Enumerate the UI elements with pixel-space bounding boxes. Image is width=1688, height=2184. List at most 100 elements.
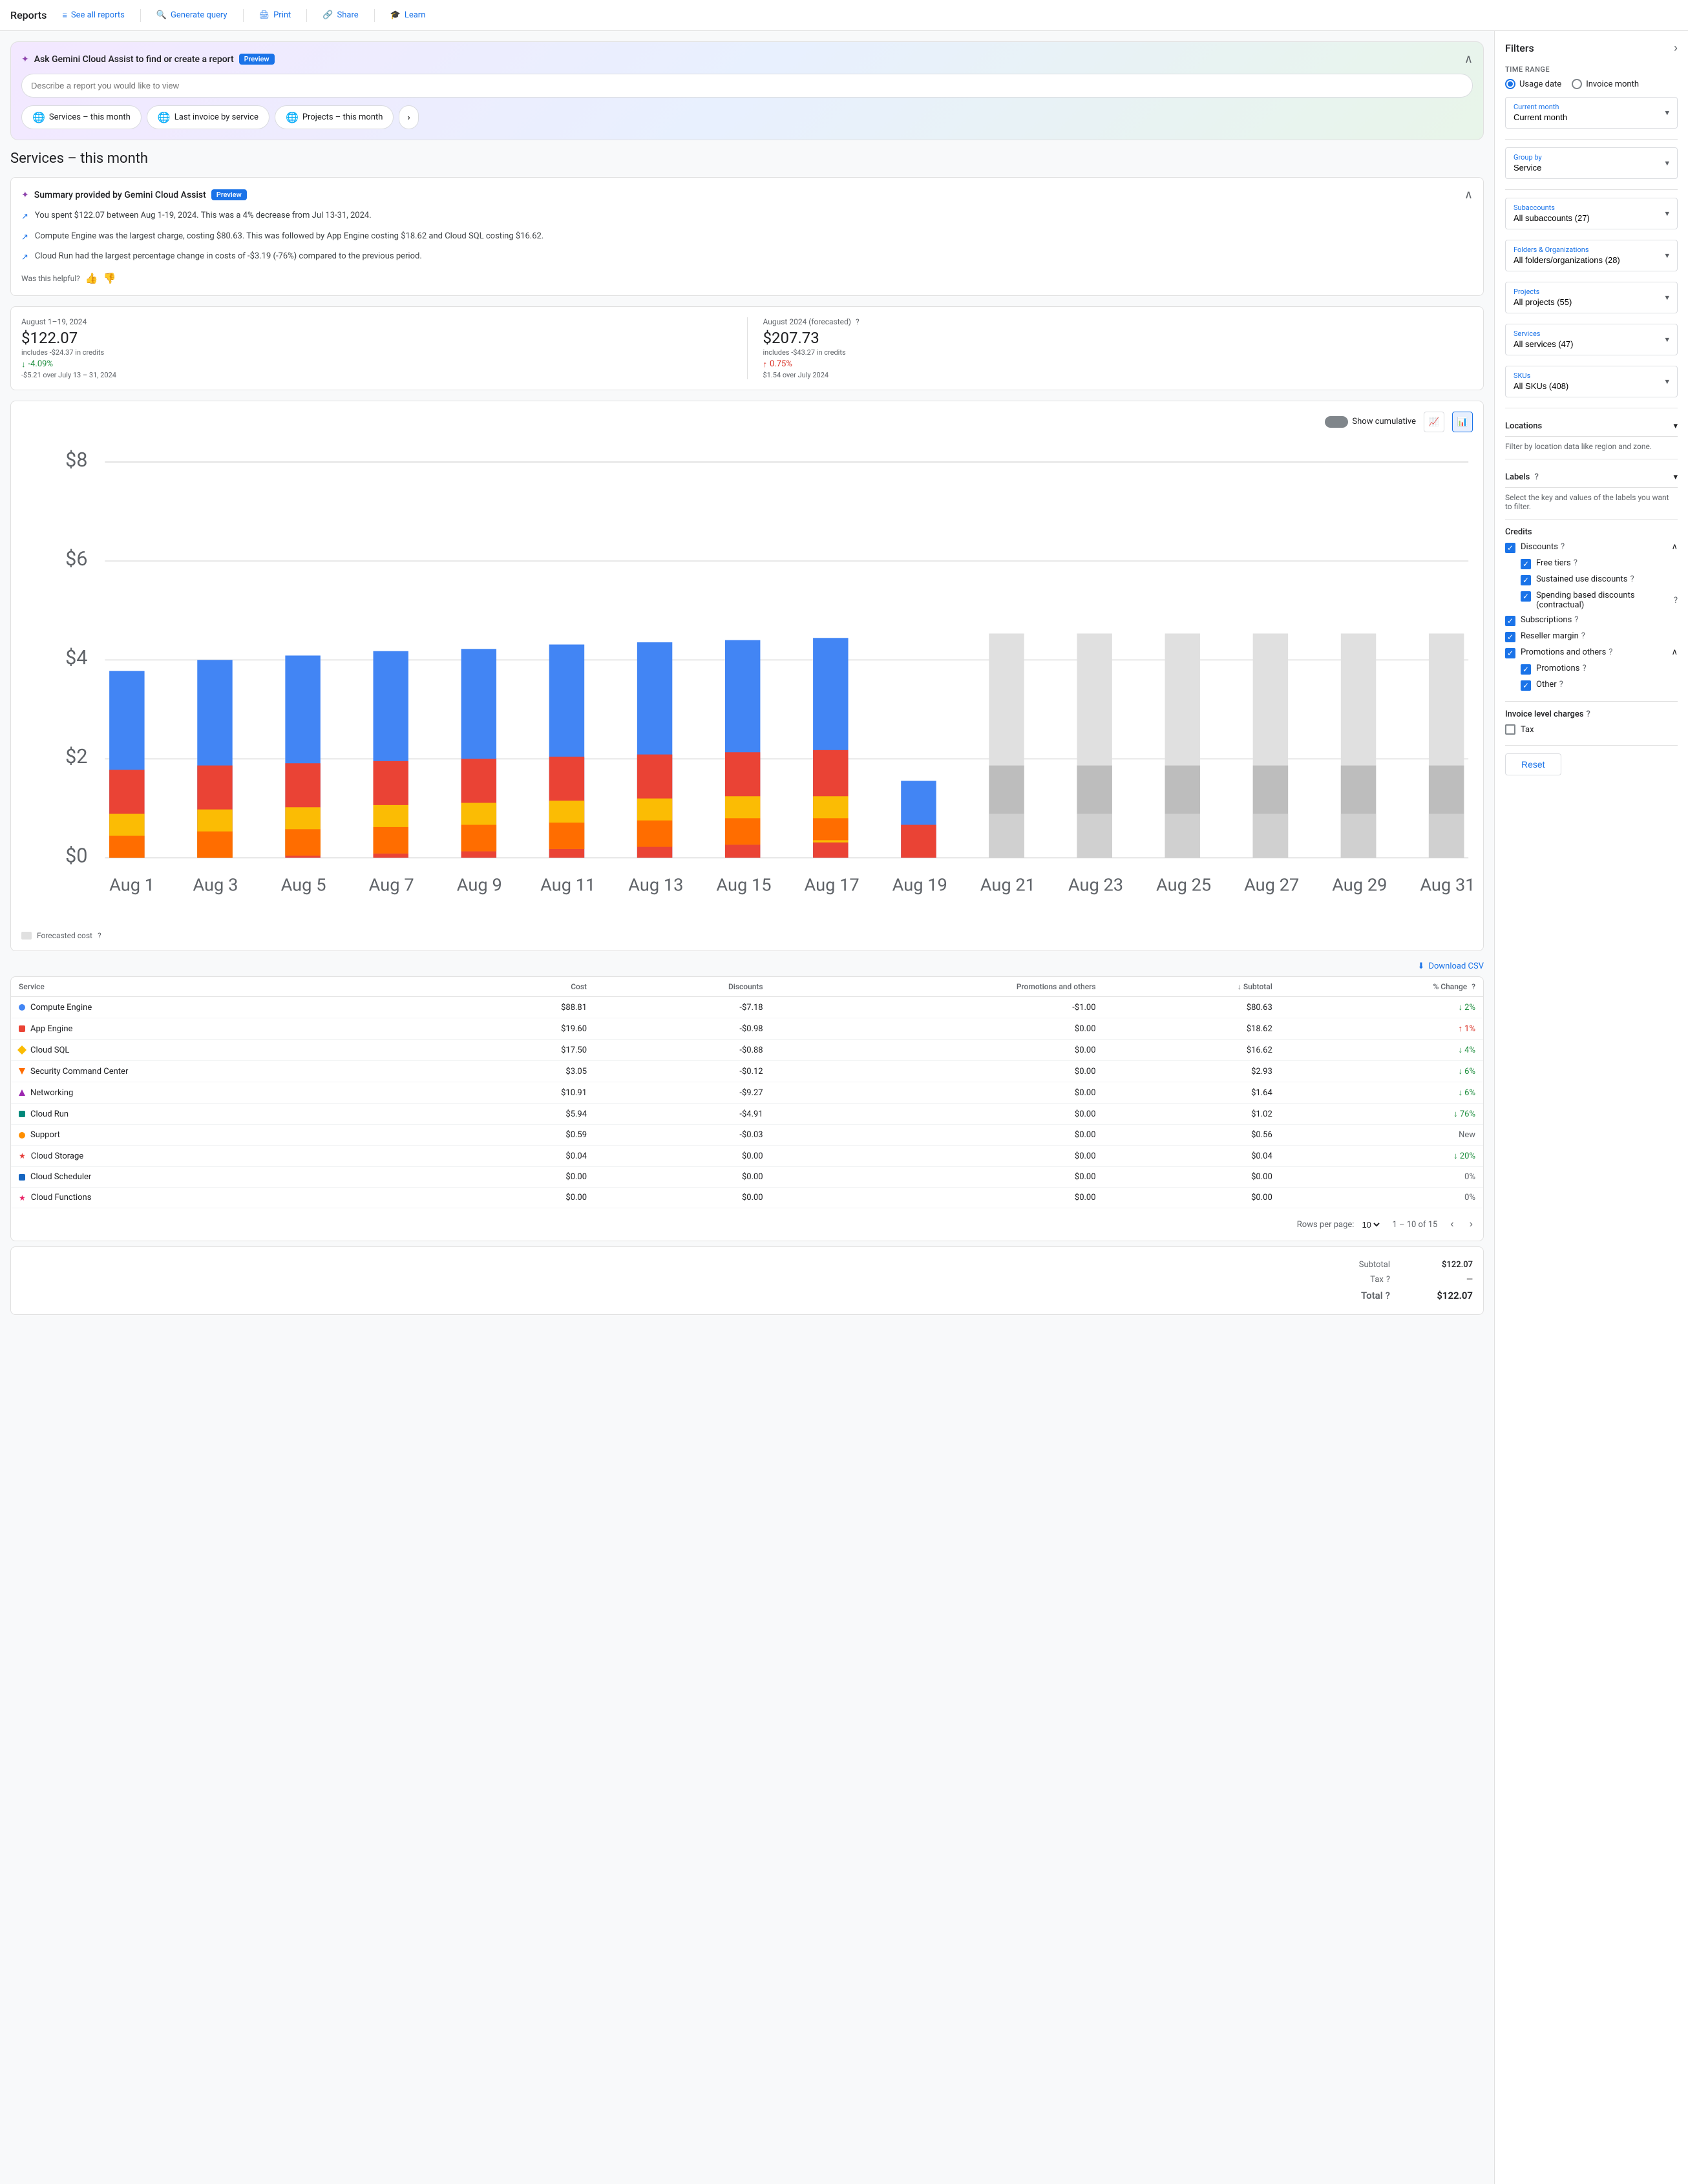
help-icon-free-tiers[interactable]: ? — [1574, 558, 1577, 568]
tax-checkbox: Tax — [1505, 724, 1678, 735]
learn-icon: 🎓 — [390, 10, 401, 20]
locations-header[interactable]: Locations ▾ — [1505, 416, 1678, 437]
skus-select[interactable]: All SKUs (408) — [1514, 381, 1669, 391]
cell-change: 0% — [1280, 1167, 1483, 1188]
chevron-down-icon-projects: ▾ — [1665, 293, 1669, 302]
folders-select[interactable]: All folders/organizations (28) — [1514, 255, 1669, 265]
svg-text:Aug 13: Aug 13 — [628, 874, 683, 895]
line-chart-button[interactable]: 📈 — [1424, 412, 1444, 432]
help-icon-other[interactable]: ? — [1559, 680, 1563, 689]
show-cumulative-toggle[interactable]: Show cumulative — [1325, 416, 1416, 428]
thumbs-up-button[interactable]: 👍 — [85, 272, 98, 285]
promotions-others-checkbox: ✓ Promotions and others ? ∧ — [1505, 647, 1678, 658]
subaccounts-select[interactable]: All subaccounts (27) — [1514, 213, 1669, 223]
help-icon-change[interactable]: ? — [1472, 982, 1475, 991]
cell-cost: $0.04 — [450, 1146, 595, 1167]
tax-cb[interactable] — [1505, 724, 1515, 735]
subscriptions-checkbox: ✓ Subscriptions ? — [1505, 615, 1678, 626]
chevron-up-icon-promotions[interactable]: ∧ — [1671, 647, 1678, 657]
current-metric: August 1–19, 2024 $122.07 includes -$24.… — [21, 317, 732, 379]
learn-link[interactable]: 🎓 Learn — [390, 10, 426, 20]
help-icon-discounts[interactable]: ? — [1561, 542, 1565, 552]
chip-services-month[interactable]: 🌐 Services – this month — [21, 105, 142, 129]
current-month-select[interactable]: Current month — [1514, 112, 1669, 122]
summary-card: ✦ Summary provided by Gemini Cloud Assis… — [10, 177, 1484, 296]
promotions-others-cb[interactable]: ✓ — [1505, 648, 1515, 658]
svg-text:Aug 29: Aug 29 — [1332, 874, 1387, 895]
chip-next-button[interactable]: › — [399, 105, 418, 129]
help-icon-forecast[interactable]: ? — [856, 317, 860, 326]
chevron-up-icon-discounts[interactable]: ∧ — [1671, 542, 1678, 552]
total-row: Total ? $122.07 — [21, 1287, 1473, 1304]
sort-down-icon[interactable]: ↓ — [1238, 982, 1241, 991]
summary-item-1: ↗ You spent $122.07 between Aug 1-19, 20… — [21, 209, 1473, 224]
summary-preview-badge: Preview — [211, 189, 247, 200]
cumulative-switch[interactable] — [1325, 416, 1348, 428]
help-icon-tax[interactable]: ? — [1386, 1275, 1390, 1285]
cell-discounts: $0.00 — [595, 1167, 771, 1188]
forecast-change: ↑ 0.75% — [763, 359, 1473, 370]
table-row: ★ Cloud Storage $0.04 $0.00 $0.00 $0.04 … — [11, 1146, 1483, 1167]
invoice-month-radio[interactable] — [1572, 79, 1582, 89]
sparkle-icon-2: ✦ — [21, 190, 29, 200]
svg-text:Aug 11: Aug 11 — [540, 874, 595, 895]
help-icon-promotions-sub[interactable]: ? — [1582, 664, 1586, 673]
svg-text:Aug 5: Aug 5 — [281, 874, 326, 895]
summary-collapse-button[interactable]: ∧ — [1464, 188, 1473, 202]
generate-query-link[interactable]: 🔍 Generate query — [156, 10, 227, 20]
table-row: Cloud SQL $17.50 -$0.88 $0.00 $16.62 ↓ 4… — [11, 1040, 1483, 1061]
cell-promotions: $0.00 — [771, 1040, 1104, 1061]
help-icon-reseller[interactable]: ? — [1581, 631, 1585, 641]
help-icon-promotions[interactable]: ? — [1609, 647, 1612, 657]
help-icon-total[interactable]: ? — [1386, 1290, 1390, 1301]
download-csv-link[interactable]: ⬇ Download CSV — [1418, 961, 1484, 971]
projects-select[interactable]: All projects (55) — [1514, 297, 1669, 307]
invoice-month-option[interactable]: Invoice month — [1572, 79, 1639, 89]
nav-divider-3 — [306, 9, 307, 22]
filters-expand-button[interactable]: › — [1674, 41, 1678, 55]
cell-service: App Engine — [11, 1018, 450, 1040]
subscriptions-cb[interactable]: ✓ — [1505, 616, 1515, 626]
subscriptions-label: Subscriptions ? — [1521, 615, 1578, 625]
promotions-sub-cb[interactable]: ✓ — [1521, 664, 1531, 675]
usage-date-radio[interactable] — [1505, 79, 1515, 89]
svg-text:Aug 23: Aug 23 — [1068, 874, 1123, 895]
help-icon-subscriptions[interactable]: ? — [1574, 615, 1578, 625]
chip-projects-month[interactable]: 🌐 Projects – this month — [275, 105, 394, 129]
table-row: Cloud Run $5.94 -$4.91 $0.00 $1.02 ↓ 76% — [11, 1104, 1483, 1125]
usage-date-option[interactable]: Usage date — [1505, 79, 1561, 89]
thumbs-down-button[interactable]: 👎 — [103, 272, 116, 285]
service-icon — [19, 1132, 25, 1139]
svg-text:Aug 3: Aug 3 — [193, 874, 238, 895]
help-icon-sustained[interactable]: ? — [1630, 574, 1634, 584]
sustained-use-cb[interactable]: ✓ — [1521, 575, 1531, 585]
help-icon-forecast-legend[interactable]: ? — [98, 931, 101, 940]
reseller-margin-cb[interactable]: ✓ — [1505, 632, 1515, 642]
service-icon: ★ — [19, 1151, 26, 1160]
cell-cost: $0.59 — [450, 1125, 595, 1146]
bar-chart-button[interactable]: 📊 — [1452, 412, 1473, 432]
cell-cost: $0.00 — [450, 1167, 595, 1188]
gemini-collapse-button[interactable]: ∧ — [1464, 52, 1473, 66]
see-all-reports-link[interactable]: ≡ See all reports — [62, 10, 125, 21]
reset-button[interactable]: Reset — [1505, 753, 1561, 775]
help-icon-labels[interactable]: ? — [1535, 472, 1539, 482]
rows-per-page-select[interactable]: 10 25 50 — [1359, 1219, 1382, 1230]
labels-header[interactable]: Labels ? ▾ — [1505, 467, 1678, 488]
other-cb[interactable]: ✓ — [1521, 680, 1531, 691]
help-icon-spending[interactable]: ? — [1674, 596, 1678, 605]
free-tiers-cb[interactable]: ✓ — [1521, 559, 1531, 569]
chip-last-invoice[interactable]: 🌐 Last invoice by service — [147, 105, 269, 129]
share-link[interactable]: 🔗 Share — [322, 10, 358, 20]
pagination-next-button[interactable]: › — [1467, 1216, 1475, 1233]
summary-header: ✦ Summary provided by Gemini Cloud Assis… — [21, 188, 1473, 202]
services-select[interactable]: All services (47) — [1514, 339, 1669, 349]
help-icon-invoice-charges[interactable]: ? — [1587, 709, 1590, 719]
gemini-search-input[interactable] — [21, 74, 1473, 98]
discounts-cb[interactable]: ✓ — [1505, 543, 1515, 553]
spending-based-cb[interactable]: ✓ — [1521, 591, 1531, 602]
group-by-select[interactable]: Service Project — [1514, 163, 1669, 173]
pagination-prev-button[interactable]: ‹ — [1448, 1216, 1456, 1233]
service-icon — [19, 1068, 25, 1075]
print-link[interactable]: 🖨 Print — [259, 10, 291, 20]
